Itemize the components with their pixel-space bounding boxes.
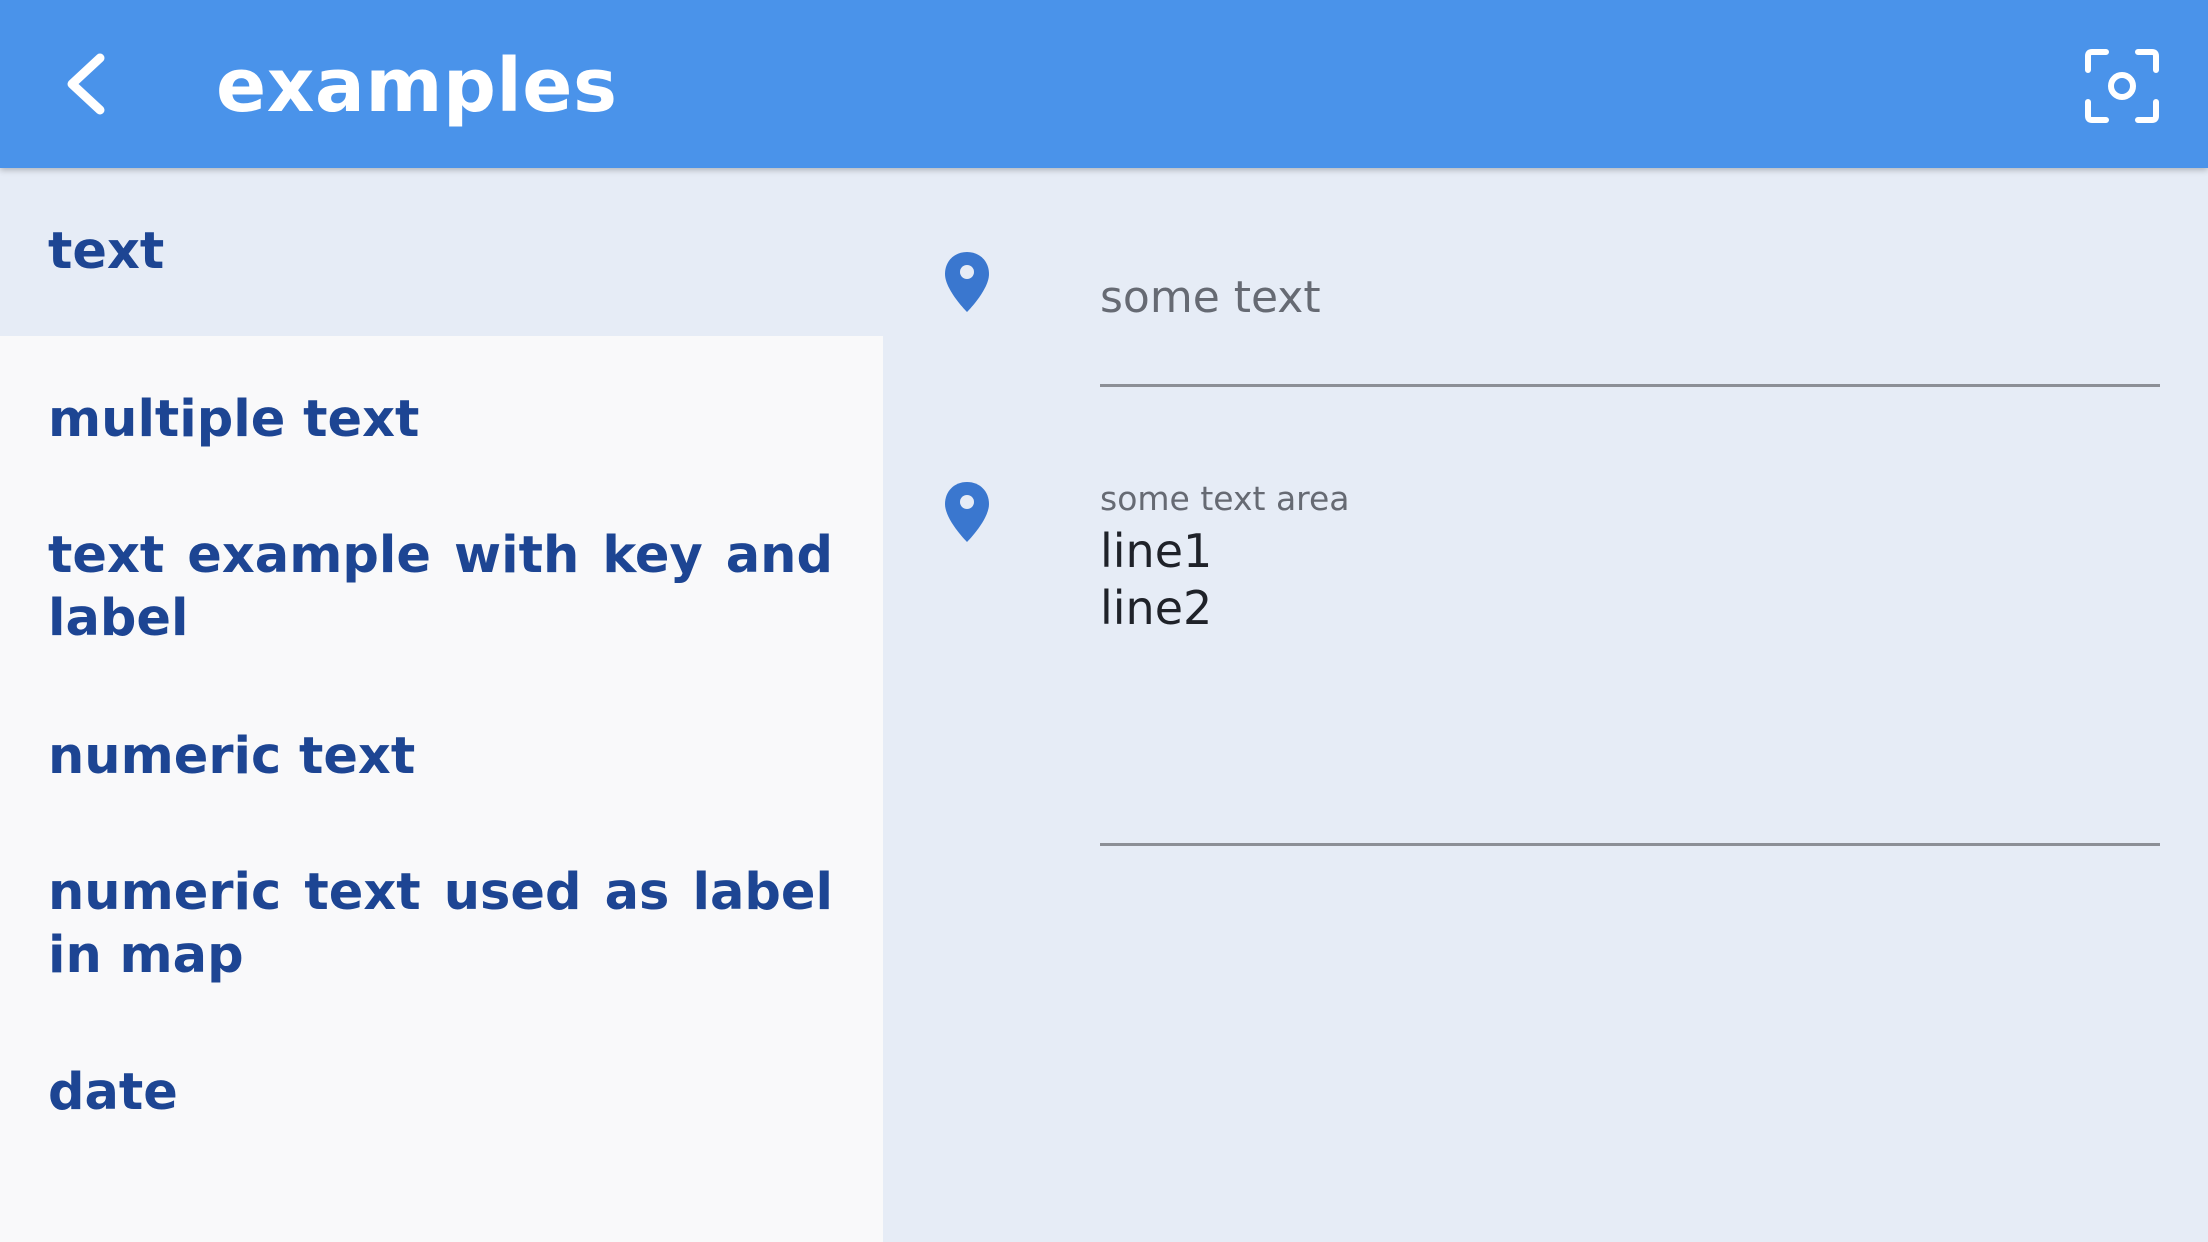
text-field-placeholder[interactable]: some text (1100, 256, 2160, 340)
text-area-field[interactable]: some text area line1 line2 (1100, 479, 2160, 849)
list-item-text[interactable]: text (0, 168, 883, 336)
text-field-underline (1100, 384, 2160, 387)
list-item-label: numeric text used as label in map (48, 863, 833, 985)
back-button[interactable] (44, 44, 124, 124)
text-area-line: line1 (1100, 524, 1213, 578)
examples-list: text multiple text text example with key… (0, 168, 883, 1242)
scan-button[interactable] (2082, 46, 2162, 126)
text-area-label: some text area (1100, 479, 1350, 518)
list-item-date[interactable]: date (0, 1009, 883, 1145)
list-item-label: text example with key and label (48, 526, 833, 648)
text-area-value[interactable]: line1 line2 (1100, 523, 1212, 637)
location-pin-icon (942, 480, 992, 544)
list-item-label: multiple text (48, 390, 420, 449)
list-item-text-example-key-label[interactable]: text example with key and label (0, 472, 883, 672)
page-title: examples (216, 43, 618, 129)
arrow-back-icon (67, 53, 105, 115)
list-item-numeric-text[interactable]: numeric text (0, 673, 883, 809)
list-item-numeric-text-map-label[interactable]: numeric text used as label in map (0, 809, 883, 1009)
app-bar: examples (0, 0, 2208, 168)
list-item-label: date (48, 1063, 178, 1122)
scan-focus-icon (2085, 49, 2159, 123)
location-pin-icon (942, 250, 992, 314)
list-item-label: text (48, 222, 165, 281)
list-item-label: numeric text (48, 727, 416, 786)
text-field[interactable]: some text (1100, 256, 2160, 390)
text-area-line: line2 (1100, 581, 1213, 635)
text-area-underline (1100, 843, 2160, 846)
list-item-multiple-text[interactable]: multiple text (0, 336, 883, 472)
